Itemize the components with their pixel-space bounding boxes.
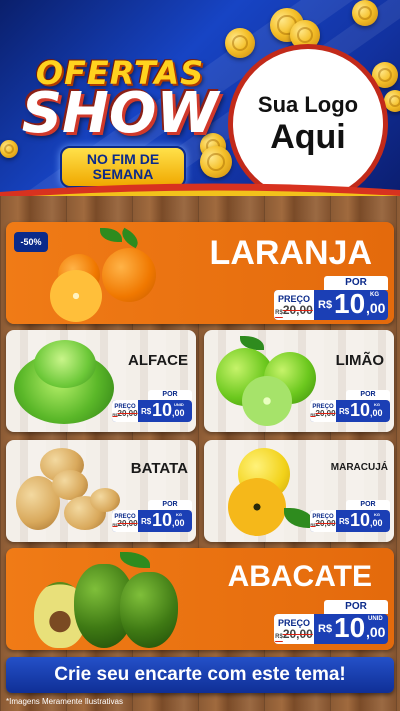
price-unit: UNID bbox=[368, 616, 383, 622]
price-unit: KG bbox=[176, 512, 182, 517]
product-card-maracuja[interactable]: MARACUJÁ POR PREÇO R$20,00 R$ 10 ,00 KG bbox=[204, 440, 394, 542]
old-price: R$20,00 bbox=[112, 519, 138, 528]
price-tag: POR PREÇO R$20,00 R$ 10 ,00 UNID bbox=[274, 600, 388, 644]
product-card-laranja[interactable]: -50% LARANJA POR PREÇO R$20,00 R$ 10 ,00… bbox=[6, 222, 394, 324]
por-label: POR bbox=[346, 390, 390, 400]
lime-icon bbox=[210, 336, 320, 428]
discount-badge: -50% bbox=[14, 232, 48, 252]
product-name: ABACATE bbox=[227, 560, 372, 593]
price-integer: 10 bbox=[350, 510, 371, 530]
disclaimer-text: *Imagens Meramente Ilustrativas bbox=[6, 697, 123, 706]
old-price: R$20,00 bbox=[275, 626, 313, 641]
price-decimal: ,00 bbox=[172, 408, 185, 418]
price-integer: 10 bbox=[152, 400, 173, 420]
product-card-limao[interactable]: LIMÃO POR PREÇO R$20,00 R$ 10 ,00 KG bbox=[204, 330, 394, 432]
product-name: MARACUJÁ bbox=[330, 462, 388, 473]
price-tag: POR PREÇO R$20,00 R$ 10 ,00 KG bbox=[310, 390, 390, 422]
old-price: R$20,00 bbox=[310, 519, 336, 528]
price-tag: POR PREÇO R$20,00 R$ 10 ,00 UNID bbox=[112, 390, 192, 422]
logo-placeholder-line-1: Sua Logo bbox=[257, 92, 359, 117]
price-unit: KG bbox=[374, 512, 380, 517]
coin-icon bbox=[352, 0, 378, 26]
currency-symbol: R$ bbox=[339, 407, 350, 416]
price-integer: 10 bbox=[334, 612, 366, 643]
product-name: LARANJA bbox=[209, 234, 372, 272]
avocado-icon bbox=[34, 552, 184, 648]
header-banner: OFERTAS SHOW NO FIM DE SEMANA Sua Logo A… bbox=[0, 0, 400, 200]
price-unit: UNID bbox=[174, 402, 184, 407]
price-unit: KG bbox=[374, 402, 380, 407]
price-integer: 10 bbox=[152, 510, 173, 530]
coin-icon bbox=[225, 28, 255, 58]
brand-show-text: SHOW bbox=[21, 81, 219, 146]
currency-symbol: R$ bbox=[318, 299, 333, 311]
product-name: BATATA bbox=[130, 460, 188, 477]
old-price: R$20,00 bbox=[310, 409, 336, 418]
price-tag: POR PREÇO R$20,00 R$ 10 ,00 KG bbox=[112, 500, 192, 532]
price-decimal: ,00 bbox=[370, 408, 383, 418]
lettuce-icon bbox=[10, 336, 118, 428]
por-label: POR bbox=[148, 500, 192, 510]
product-name: LIMÃO bbox=[335, 352, 384, 369]
orange-icon bbox=[50, 227, 160, 322]
ofertas-show-logo: OFERTAS SHOW NO FIM DE SEMANA bbox=[10, 40, 220, 190]
currency-symbol: R$ bbox=[141, 517, 152, 526]
product-card-alface[interactable]: ALFACE POR PREÇO R$20,00 R$ 10 ,00 UNID bbox=[6, 330, 196, 432]
price-unit: KG bbox=[370, 292, 379, 298]
old-price: R$20,00 bbox=[275, 302, 313, 317]
cta-text: Crie seu encarte com este tema! bbox=[54, 664, 346, 685]
price-tag: POR PREÇO R$20,00 R$ 10 ,00 KG bbox=[274, 276, 388, 320]
logo-placeholder-line-2: Aqui bbox=[270, 118, 346, 156]
currency-symbol: R$ bbox=[318, 623, 333, 635]
currency-symbol: R$ bbox=[339, 517, 350, 526]
passion-fruit-icon bbox=[224, 444, 320, 538]
price-decimal: ,00 bbox=[366, 300, 386, 316]
price-decimal: ,00 bbox=[172, 518, 185, 528]
badge-line-1: NO FIM DE bbox=[86, 151, 160, 167]
potato-icon bbox=[12, 448, 122, 538]
por-label: POR bbox=[148, 390, 192, 400]
cta-banner[interactable]: Crie seu encarte com este tema! bbox=[6, 657, 394, 693]
price-integer: 10 bbox=[334, 288, 366, 319]
currency-symbol: R$ bbox=[141, 407, 152, 416]
logo-placeholder: Sua Logo Aqui bbox=[228, 44, 388, 200]
price-decimal: ,00 bbox=[366, 624, 386, 640]
old-price: R$20,00 bbox=[112, 409, 138, 418]
price-integer: 10 bbox=[350, 400, 371, 420]
price-tag: POR PREÇO R$20,00 R$ 10 ,00 KG bbox=[310, 500, 390, 532]
por-label: POR bbox=[346, 500, 390, 510]
product-card-abacate[interactable]: ABACATE POR PREÇO R$20,00 R$ 10 ,00 UNID bbox=[6, 548, 394, 650]
product-card-batata[interactable]: BATATA POR PREÇO R$20,00 R$ 10 ,00 KG bbox=[6, 440, 196, 542]
product-name: ALFACE bbox=[128, 352, 188, 369]
price-decimal: ,00 bbox=[370, 518, 383, 528]
